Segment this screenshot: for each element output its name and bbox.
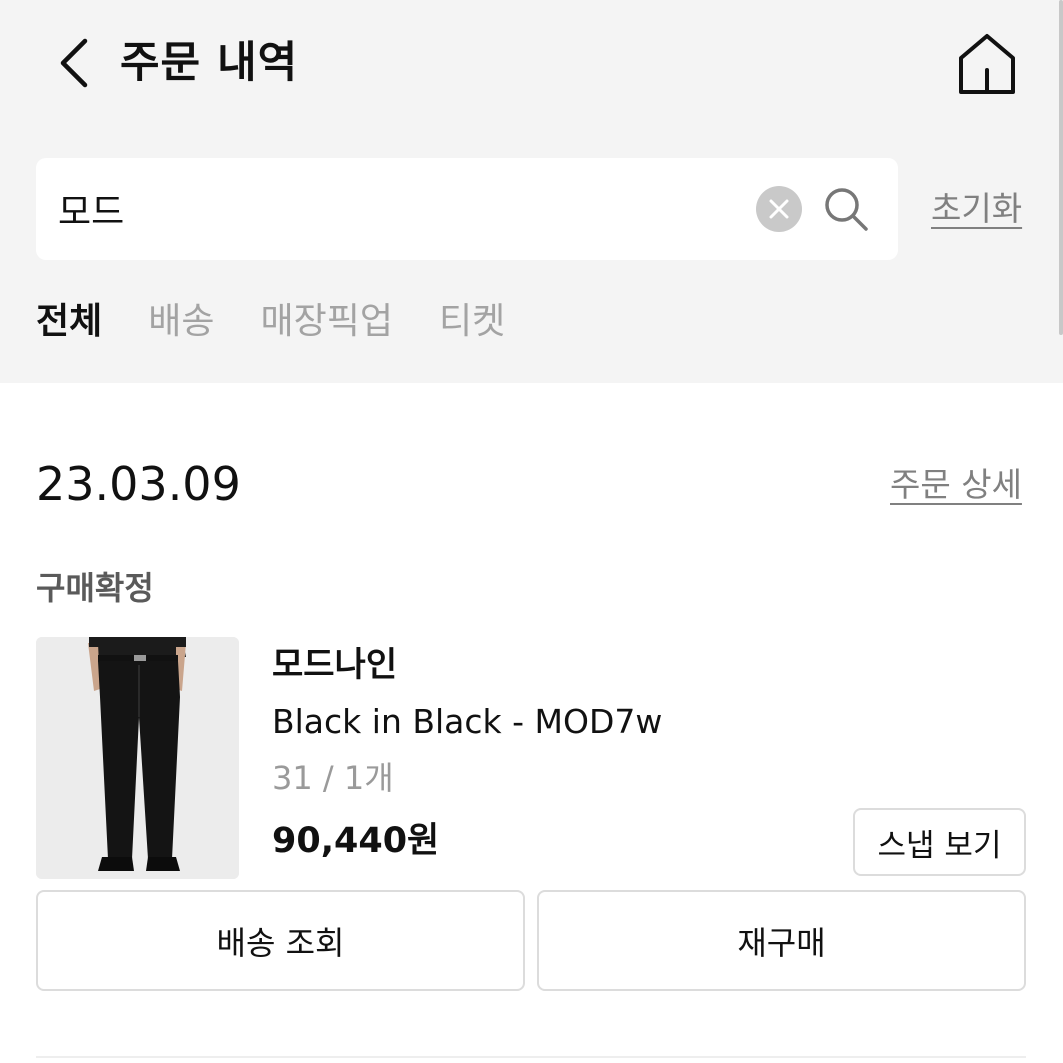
product-image[interactable] [36, 637, 239, 879]
clear-search-button[interactable] [756, 186, 802, 232]
tab-delivery[interactable]: 배송 [148, 294, 214, 350]
order-status: 구매확정 [36, 569, 154, 607]
back-button[interactable] [44, 30, 104, 96]
black-pants-product-photo [36, 637, 239, 879]
product-brand[interactable]: 모드나인 [272, 641, 397, 689]
search-button[interactable] [820, 182, 872, 236]
product-option: 31 / 1개 [272, 759, 394, 797]
search-input[interactable] [58, 180, 748, 238]
order-date: 23.03.09 [36, 457, 241, 511]
divider [36, 1056, 1026, 1058]
tab-ticket[interactable]: 티켓 [439, 294, 505, 350]
reset-link[interactable]: 초기화 [931, 186, 1022, 232]
tab-store-pickup[interactable]: 매장픽업 [261, 294, 393, 350]
reorder-button[interactable]: 재구매 [537, 890, 1026, 991]
order-detail-link[interactable]: 주문 상세 [890, 462, 1022, 508]
product-name[interactable]: Black in Black - MOD7w [272, 698, 662, 746]
order-type-tabs: 전체 배송 매장픽업 티켓 [36, 294, 551, 350]
view-snap-button[interactable]: 스냅 보기 [853, 808, 1026, 876]
search-box [36, 158, 898, 260]
product-price: 90,440원 [272, 821, 440, 861]
page-title: 주문 내역 [120, 38, 299, 88]
track-delivery-button[interactable]: 배송 조회 [36, 890, 525, 991]
tab-all[interactable]: 전체 [36, 294, 102, 350]
home-icon [959, 34, 1015, 94]
chevron-left-icon [60, 38, 88, 88]
home-button[interactable] [950, 28, 1024, 100]
search-icon [825, 188, 868, 231]
close-icon [769, 199, 789, 219]
scrollbar[interactable] [1059, 0, 1063, 335]
